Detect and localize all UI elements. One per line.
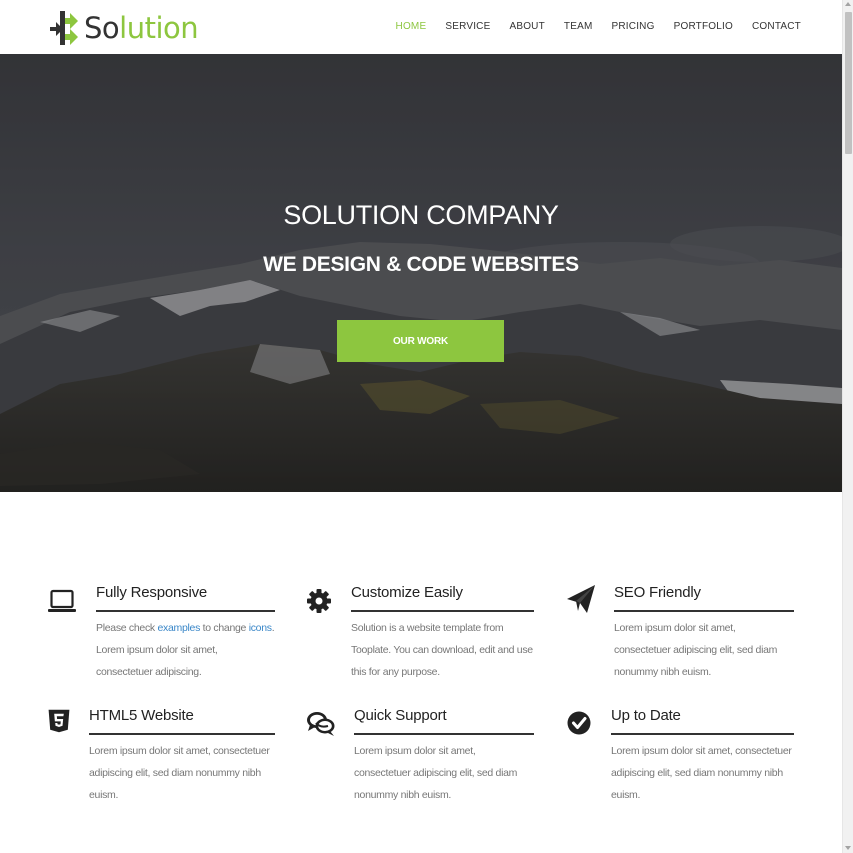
scroll-down-arrow-icon[interactable] [845,846,851,850]
scroll-thumb[interactable] [845,12,852,154]
logo-arrows-icon [50,11,78,45]
nav-portfolio[interactable]: PORTFOLIO [674,21,733,33]
feature-description: Solution is a website template from Toop… [351,622,533,678]
page-scrollbar[interactable] [842,0,853,853]
hero-subtitle: WE DESIGN & CODE WEBSITES [263,253,579,276]
paper-plane-icon [567,585,595,613]
main-nav: HOME SERVICE ABOUT TEAM PRICING PORTFOLI… [396,21,801,33]
hero-title: SOLUTION COMPANY [283,200,559,230]
feature-fully-responsive: Fully Responsive Please check examples t… [47,582,277,682]
feature-description: Please check examples to change icons. L… [96,622,275,678]
feature-divider [611,733,794,735]
scroll-up-arrow-icon[interactable] [845,2,851,6]
feature-divider [96,610,275,612]
html5-icon [48,709,70,733]
nav-team[interactable]: TEAM [564,21,593,33]
our-work-button[interactable]: OUR WORK [337,320,504,362]
feature-title: HTML5 Website [89,707,194,724]
feature-customize-easily: Customize Easily Solution is a website t… [305,582,537,682]
nav-contact[interactable]: CONTACT [752,21,801,33]
feature-description: Lorem ipsum dolor sit amet, consectetuer… [611,745,792,801]
icons-link[interactable]: icons [249,622,272,634]
feature-seo-friendly: SEO Friendly Lorem ipsum dolor sit amet,… [566,582,798,682]
check-circle-icon [567,711,591,735]
feature-divider [351,610,534,612]
feature-title: Customize Easily [351,584,463,601]
feature-html5-website: HTML5 Website Lorem ipsum dolor sit amet… [47,705,279,805]
nav-pricing[interactable]: PRICING [612,21,655,33]
nav-home[interactable]: HOME [396,21,427,33]
examples-link[interactable]: examples [157,622,200,634]
hero-section: SOLUTION COMPANY WE DESIGN & CODE WEBSIT… [0,54,842,492]
feature-divider [614,610,794,612]
feature-divider [354,733,534,735]
feature-title: Up to Date [611,707,681,724]
logo-text: Solution [84,11,199,45]
feature-up-to-date: Up to Date Lorem ipsum dolor sit amet, c… [566,705,798,805]
feature-description: Lorem ipsum dolor sit amet, consectetuer… [354,745,518,801]
nav-about[interactable]: ABOUT [509,21,544,33]
feature-title: Quick Support [354,707,447,724]
comments-icon [307,712,335,736]
feature-description: Lorem ipsum dolor sit amet, consectetuer… [89,745,270,801]
feature-title: SEO Friendly [614,584,701,601]
logo[interactable]: Solution [48,10,199,46]
feature-description: Lorem ipsum dolor sit amet, consectetuer… [614,622,778,678]
laptop-icon [48,589,76,612]
gear-icon [307,589,331,613]
feature-divider [89,733,275,735]
feature-title: Fully Responsive [96,584,208,601]
feature-quick-support: Quick Support Lorem ipsum dolor sit amet… [306,705,538,805]
nav-service[interactable]: SERVICE [445,21,490,33]
site-header: Solution HOME SERVICE ABOUT TEAM PRICING… [0,0,842,54]
